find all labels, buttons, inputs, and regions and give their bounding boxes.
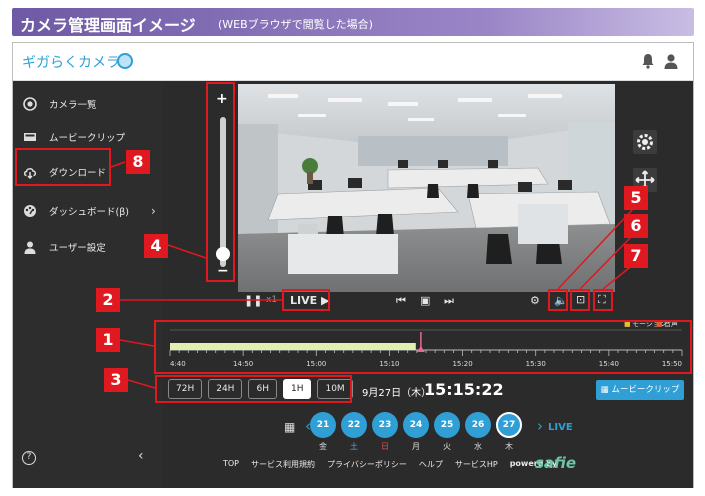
footer-link-service-hp[interactable]: サービスHP bbox=[455, 459, 498, 470]
next-days-icon[interactable]: › bbox=[537, 417, 543, 435]
day-button[interactable]: 27 bbox=[496, 412, 522, 438]
callout-box-5 bbox=[548, 289, 568, 311]
footer-link-help[interactable]: ヘルプ bbox=[419, 459, 443, 470]
screenshot-frame: カメラ管理画面イメージ (WEBブラウザで閲覧した場合) ギガらくカメラ カメラ… bbox=[0, 0, 705, 496]
collapse-sidebar-icon[interactable]: ‹ bbox=[138, 448, 144, 464]
help-icon[interactable]: ? bbox=[22, 451, 36, 465]
logo-mascot-icon bbox=[117, 53, 133, 69]
notification-bell-icon[interactable] bbox=[641, 53, 655, 69]
skip-back-icon[interactable]: ⏮ bbox=[396, 294, 406, 308]
skip-forward-icon[interactable]: ⏭ bbox=[444, 294, 454, 308]
weekday-label: 日 bbox=[381, 442, 389, 451]
callout-badge-3: 3 bbox=[104, 368, 128, 392]
day-button[interactable]: 21 bbox=[310, 412, 336, 438]
callout-box-8 bbox=[15, 148, 111, 186]
footer-link-privacy[interactable]: プライバシーポリシー bbox=[327, 459, 407, 470]
calendar-live-link[interactable]: LIVE bbox=[548, 422, 573, 433]
callout-box-1 bbox=[154, 320, 692, 374]
footer-link-terms[interactable]: サービス利用規約 bbox=[251, 459, 315, 470]
sidebar-item-label: ダッシュボード(β) bbox=[49, 207, 129, 218]
chevron-right-icon: › bbox=[151, 204, 156, 218]
sidebar-item-user-settings[interactable]: ユーザー設定 bbox=[23, 237, 106, 257]
callout-box-6 bbox=[570, 289, 590, 311]
footer-links: TOP サービス利用規約 プライバシーポリシー ヘルプ サービスHP power… bbox=[223, 459, 557, 470]
calendar-icon[interactable]: ▦ bbox=[284, 420, 295, 434]
user-icon bbox=[24, 241, 36, 254]
weekday-label: 金 bbox=[319, 442, 327, 451]
sidebar-item-label: カメラ一覧 bbox=[49, 100, 97, 111]
weekday-label: 水 bbox=[474, 442, 482, 451]
player-gear-icon[interactable]: ⚙ bbox=[530, 294, 540, 307]
callout-badge-2: 2 bbox=[96, 288, 120, 312]
movie-clip-label: ムービークリップ bbox=[611, 385, 680, 395]
callout-box-2 bbox=[282, 289, 330, 311]
callout-box-7 bbox=[593, 289, 613, 311]
day-button[interactable]: 26 bbox=[465, 412, 491, 438]
callout-badge-8: 8 bbox=[126, 150, 150, 174]
camera-feed-image bbox=[238, 84, 615, 292]
sidebar-item-dashboard[interactable]: ダッシュボード(β) › bbox=[23, 201, 156, 221]
sidebar-item-movie-clip[interactable]: ムービークリップ bbox=[23, 127, 125, 147]
callout-badge-7: 7 bbox=[624, 244, 648, 268]
top-bar: ギガらくカメラ bbox=[13, 43, 693, 81]
current-time: 15:15:22 bbox=[424, 380, 504, 399]
sidebar: カメラ一覧 ムービークリップ ダウンロード ダッシュボード(β) › ユーザー設… bbox=[13, 82, 163, 488]
sidebar-item-label: ユーザー設定 bbox=[49, 243, 106, 254]
day-button[interactable]: 24 bbox=[403, 412, 429, 438]
title-banner: カメラ管理画面イメージ (WEBブラウザで閲覧した場合) bbox=[12, 8, 694, 36]
day-button[interactable]: 25 bbox=[434, 412, 460, 438]
weekday-label: 土 bbox=[350, 442, 358, 451]
safie-logo: safie bbox=[535, 454, 577, 472]
sidebar-item-label: ムービークリップ bbox=[49, 133, 126, 144]
sidebar-item-camera-list[interactable]: カメラ一覧 bbox=[23, 94, 97, 114]
movie-clip-button[interactable]: ▦ ムービークリップ bbox=[596, 380, 684, 400]
account-icon[interactable] bbox=[663, 53, 679, 69]
callout-badge-1: 1 bbox=[96, 328, 120, 352]
settings-button[interactable] bbox=[633, 130, 657, 154]
banner-title: カメラ管理画面イメージ bbox=[20, 16, 196, 35]
movie-clip-icon bbox=[24, 133, 36, 141]
weekday-label: 火 bbox=[443, 442, 451, 451]
camera-list-icon bbox=[23, 97, 37, 111]
gear-icon bbox=[637, 134, 653, 150]
dashboard-icon bbox=[24, 205, 36, 217]
app-logo[interactable]: ギガらくカメラ bbox=[22, 52, 120, 72]
callout-badge-6: 6 bbox=[624, 214, 648, 238]
banner-subtitle: (WEBブラウザで閲覧した場合) bbox=[218, 18, 373, 31]
callout-badge-4: 4 bbox=[144, 234, 168, 258]
weekday-label: 月 bbox=[412, 442, 420, 451]
day-button[interactable]: 23 bbox=[372, 412, 398, 438]
callout-badge-5: 5 bbox=[624, 186, 648, 210]
current-date: 9月27日（木） bbox=[362, 388, 432, 399]
playback-speed[interactable]: x1 bbox=[266, 295, 277, 305]
callout-box-3 bbox=[155, 375, 352, 403]
pause-icon[interactable]: ❚❚ bbox=[244, 294, 262, 307]
day-button[interactable]: 22 bbox=[341, 412, 367, 438]
footer-link-top[interactable]: TOP bbox=[223, 459, 239, 470]
snapshot-icon[interactable]: ▣ bbox=[420, 294, 430, 307]
weekday-label: 木 bbox=[505, 442, 513, 451]
callout-box-4 bbox=[206, 82, 235, 282]
